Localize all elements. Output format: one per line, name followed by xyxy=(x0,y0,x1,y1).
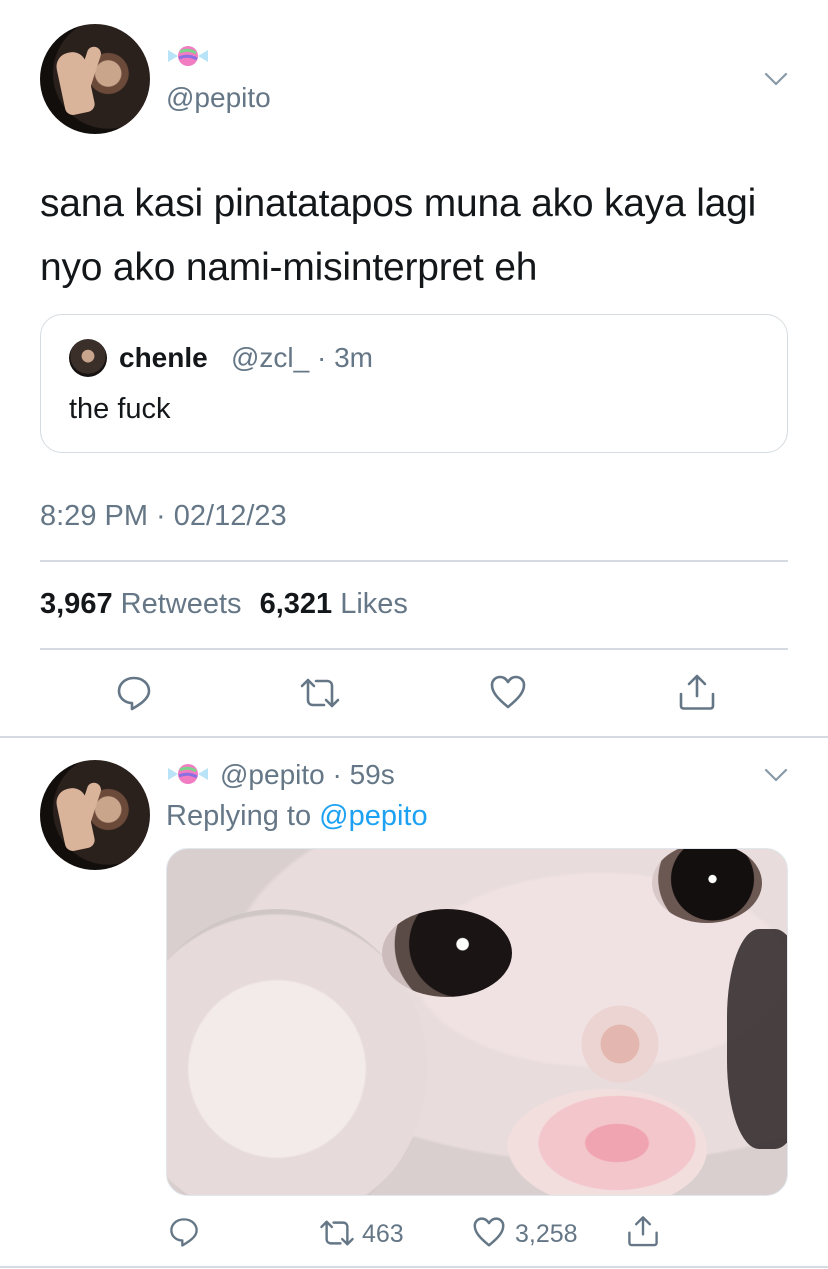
candy-icon xyxy=(166,762,210,786)
quoted-handle-time: @zcl_ · 3m xyxy=(231,342,373,373)
author-handle[interactable]: @pepito xyxy=(166,82,271,114)
cat-eye-left xyxy=(382,909,512,997)
comment-icon[interactable] xyxy=(115,674,153,712)
cat-shadow xyxy=(727,929,787,1149)
divider xyxy=(40,560,788,562)
replying-prefix: Replying to xyxy=(166,800,312,832)
comment-icon[interactable] xyxy=(168,1216,200,1248)
like-count[interactable]: 3,258 xyxy=(515,1220,578,1249)
share-icon[interactable] xyxy=(626,1213,660,1249)
tweet-text: sana kasi pinatatapos muna ako kaya lagi… xyxy=(40,182,757,289)
retweet-icon[interactable] xyxy=(298,676,342,710)
cat-nose xyxy=(575,999,665,1089)
likes-count[interactable]: 6,321 xyxy=(260,588,333,620)
reply-author-avatar[interactable] xyxy=(40,760,150,870)
quoted-text: the fuck xyxy=(69,393,171,425)
cat-paw xyxy=(507,1089,707,1195)
heart-icon[interactable] xyxy=(489,674,527,710)
chevron-down-icon[interactable] xyxy=(764,72,788,86)
retweet-icon[interactable] xyxy=(318,1218,356,1248)
retweets-count[interactable]: 3,967 xyxy=(40,588,113,620)
cat-eye-right xyxy=(652,849,762,923)
candy-icon xyxy=(166,44,210,68)
share-icon[interactable] xyxy=(677,672,717,712)
bottom-divider xyxy=(0,1266,828,1268)
quoted-name: chenle xyxy=(119,342,208,373)
tweet-media-image[interactable] xyxy=(166,848,788,1196)
author-avatar[interactable] xyxy=(40,24,150,134)
heart-icon[interactable] xyxy=(472,1216,506,1248)
likes-label[interactable]: Likes xyxy=(340,588,408,620)
tweet-timestamp[interactable]: 8:29 PM · 02/12/23 xyxy=(40,500,287,533)
replying-target-link[interactable]: @pepito xyxy=(319,800,427,832)
quoted-avatar xyxy=(69,339,107,377)
chevron-down-icon[interactable] xyxy=(764,768,788,782)
quoted-tweet[interactable]: chenle @zcl_ · 3m the fuck xyxy=(40,314,788,453)
retweets-label[interactable]: Retweets xyxy=(121,588,242,620)
tweet-separator xyxy=(0,736,828,738)
tweet-stats: 3,967 Retweets 6,321 Likes xyxy=(40,588,418,621)
reply-handle-time[interactable]: @pepito · 59s xyxy=(220,759,395,791)
divider xyxy=(40,648,788,650)
replying-to: Replying to @pepito xyxy=(166,800,428,833)
retweet-count[interactable]: 463 xyxy=(362,1220,404,1249)
